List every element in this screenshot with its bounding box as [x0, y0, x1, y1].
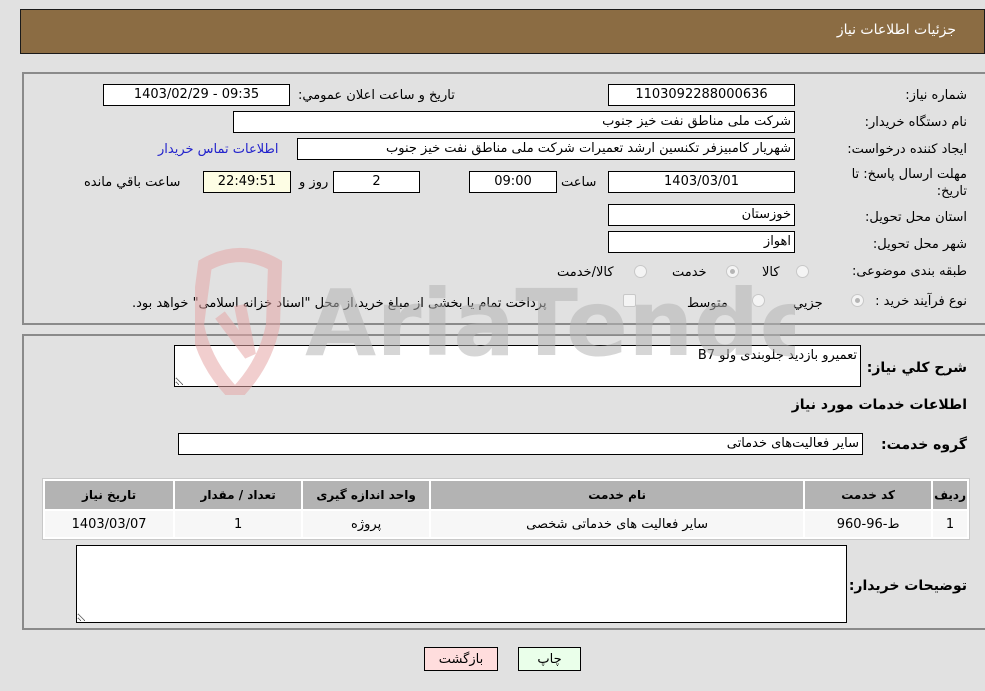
announce-label: تاریخ و ساعت اعلان عمومي: — [298, 88, 455, 103]
deadline-time-label: ساعت — [561, 175, 597, 190]
back-button[interactable]: بازگشت — [424, 647, 498, 671]
creator-label: ایجاد کننده درخواست: — [847, 142, 967, 157]
category-radio-goods[interactable] — [796, 265, 809, 278]
category-radio-service[interactable] — [726, 265, 739, 278]
col-header-quantity: تعداد / مقدار — [175, 481, 302, 509]
col-header-service-name: نام خدمت — [431, 481, 804, 509]
need-number-label: شماره نیاز: — [905, 88, 967, 103]
table-header-row: ردیف کد خدمت نام خدمت واحد اندازه گیری ت… — [45, 481, 967, 509]
page-title: جزئیات اطلاعات نیاز — [836, 22, 956, 38]
city-label: شهر محل تحویل: — [872, 237, 967, 252]
days-label: روز و — [299, 175, 329, 190]
process-radio-medium[interactable] — [752, 294, 765, 307]
cell-row-number: 1 — [933, 511, 967, 537]
cell-unit: پروژه — [303, 511, 430, 537]
services-heading: اطلاعات خدمات مورد نیاز — [791, 397, 967, 413]
treasury-checkbox-label: پرداخت تمام یا بخشی از مبلغ خرید،از محل … — [132, 296, 547, 311]
province-label: استان محل تحویل: — [865, 210, 967, 225]
city-field: اهواز — [608, 231, 795, 253]
description-label: شرح کلي نیاز: — [866, 360, 967, 376]
table-row: 1 ط-96-960 سایر فعالیت های خدماتی شخصی پ… — [45, 511, 967, 537]
need-info-panel: شماره نیاز: 1103092288000636 تاریخ و ساع… — [22, 72, 985, 325]
print-button[interactable]: چاپ — [518, 647, 581, 671]
col-header-row-number: ردیف — [933, 481, 967, 509]
category-option-goods-service: کالا/خدمت — [557, 265, 614, 280]
remaining-time-label: ساعت باقي مانده — [84, 175, 181, 190]
category-option-service: خدمت — [672, 265, 707, 280]
page-header: جزئیات اطلاعات نیاز — [20, 9, 985, 54]
deadline-date-field: 1403/03/01 — [608, 171, 795, 193]
category-label: طبقه بندی موضوعی: — [851, 264, 967, 279]
process-option-medium: متوسط — [687, 296, 728, 311]
buyer-contact-link[interactable]: اطلاعات تماس خریدار — [158, 142, 278, 157]
category-radio-goods-service[interactable] — [634, 265, 647, 278]
buyer-org-field: شرکت ملی مناطق نفت خیز جنوب — [233, 111, 795, 133]
process-option-minor: جزیي — [793, 296, 823, 311]
description-textarea[interactable]: تعمیرو بازدید جلوبندی ولو B7 — [174, 345, 861, 387]
details-panel: شرح کلي نیاز: تعمیرو بازدید جلوبندی ولو … — [22, 334, 985, 630]
creator-field: شهریار کامبیزفر تکنسین ارشد تعمیرات شرکت… — [297, 138, 795, 160]
cell-need-date: 1403/03/07 — [45, 511, 174, 537]
col-header-service-code: کد خدمت — [805, 481, 932, 509]
need-number-field: 1103092288000636 — [608, 84, 795, 106]
deadline-time-field: 09:00 — [469, 171, 557, 193]
announce-datetime-field: 1403/02/29 - 09:35 — [103, 84, 290, 106]
remaining-days-field: 2 — [333, 171, 420, 193]
buyer-org-label: نام دستگاه خریدار: — [864, 115, 967, 130]
service-group-label: گروه خدمت: — [881, 437, 967, 453]
services-table: ردیف کد خدمت نام خدمت واحد اندازه گیری ت… — [42, 478, 970, 540]
col-header-unit: واحد اندازه گیری — [303, 481, 430, 509]
province-field: خوزستان — [608, 204, 795, 226]
service-group-field: سایر فعالیت‌های خدماتی — [178, 433, 863, 455]
category-option-goods: کالا — [762, 265, 780, 280]
col-header-need-date: تاریخ نیاز — [45, 481, 174, 509]
cell-quantity: 1 — [175, 511, 302, 537]
deadline-label: مهلت ارسال پاسخ: تا تاریخ: — [851, 167, 967, 199]
remaining-time-field: 22:49:51 — [203, 171, 291, 193]
buyer-notes-textarea[interactable] — [76, 545, 847, 623]
treasury-checkbox[interactable] — [623, 294, 636, 307]
buyer-notes-label: توضیحات خریدار: — [848, 578, 967, 594]
cell-service-code: ط-96-960 — [805, 511, 932, 537]
cell-service-name: سایر فعالیت های خدماتی شخصی — [431, 511, 804, 537]
process-label: نوع فرآیند خرید : — [875, 294, 967, 309]
process-radio-minor[interactable] — [851, 294, 864, 307]
